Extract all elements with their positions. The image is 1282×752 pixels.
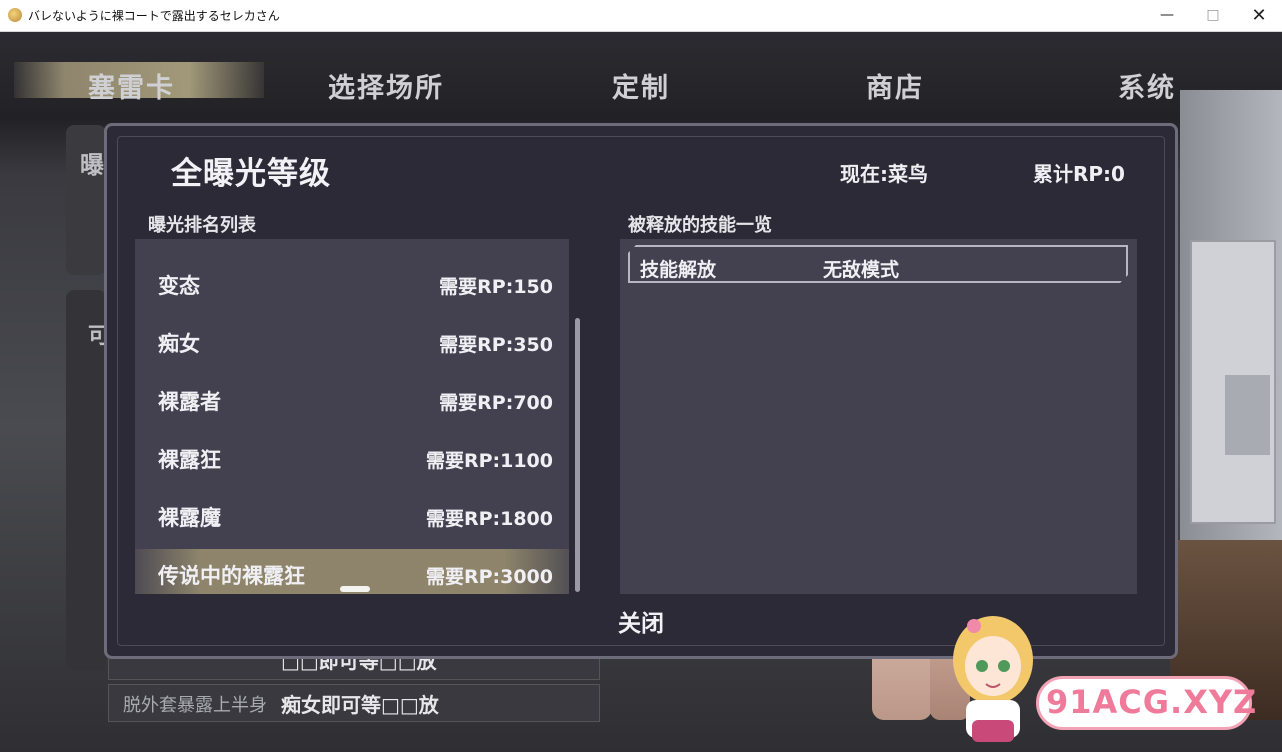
- skills-list-title: 被释放的技能一览: [628, 215, 772, 236]
- watermark-text: 91ACG.XYZ: [1046, 683, 1258, 721]
- window-title: バレないように裸コートで露出するセレカさん: [28, 9, 280, 23]
- maximize-button[interactable]: □: [1190, 0, 1236, 31]
- rank-name: 变态: [158, 274, 200, 298]
- background-panel-text: 曝: [80, 151, 104, 179]
- background-list-row: 脱外套暴露上半身 痴女即可等□□放: [108, 684, 600, 722]
- watermark-mascot-image: [953, 616, 1033, 742]
- nav-tab-customize[interactable]: 定制: [612, 66, 670, 105]
- background-row-value: 痴女即可等□□放: [281, 693, 439, 717]
- rank-row[interactable]: 裸露魔 需要RP:1800: [135, 491, 569, 539]
- selection-glow: [340, 586, 370, 592]
- dialog-title: 全曝光等级: [171, 156, 331, 192]
- rank-list[interactable]: 变态 需要RP:150 痴女 需要RP:350 裸露者 需要RP:700 裸露狂…: [135, 239, 569, 594]
- rank-row[interactable]: 裸露者 需要RP:700: [135, 375, 569, 423]
- rank-requirement: 需要RP:700: [439, 392, 553, 414]
- current-rank: 现在:菜鸟: [840, 162, 928, 186]
- rank-row[interactable]: 变态 需要RP:150: [135, 259, 569, 307]
- rank-row[interactable]: 痴女 需要RP:350: [135, 317, 569, 365]
- rank-name: 痴女: [158, 332, 200, 356]
- background-door-panel: [1225, 375, 1270, 455]
- rank-name: 裸露者: [158, 390, 221, 414]
- nav-tab-select-location[interactable]: 选择场所: [328, 66, 444, 105]
- rank-name: 传说中的裸露狂: [158, 564, 305, 588]
- nav-tab-serika[interactable]: 塞雷卡: [88, 66, 175, 105]
- rank-requirement: 需要RP:350: [439, 334, 553, 356]
- skill-effect: 无敌模式: [823, 259, 900, 281]
- skill-name: 技能解放: [640, 259, 717, 281]
- nav-tab-system[interactable]: 系统: [1118, 66, 1176, 105]
- skills-list: [620, 239, 1137, 594]
- total-rp: 累计RP:0: [1033, 162, 1125, 186]
- close-window-button[interactable]: ✕: [1236, 0, 1282, 31]
- rank-requirement: 需要RP:1800: [425, 508, 553, 530]
- close-button[interactable]: 关闭: [594, 605, 688, 643]
- rank-list-scrollbar[interactable]: [575, 318, 580, 592]
- background-row-label: 脱外套暴露上半身: [123, 695, 267, 716]
- rank-name: 裸露狂: [158, 448, 221, 472]
- minimize-button[interactable]: —: [1144, 0, 1190, 31]
- window-titlebar: バレないように裸コートで露出するセレカさん — □ ✕: [0, 0, 1282, 32]
- rank-row[interactable]: 裸露狂 需要RP:1100: [135, 433, 569, 481]
- nav-tab-shop[interactable]: 商店: [866, 66, 924, 105]
- app-icon: [8, 8, 22, 22]
- rank-requirement: 需要RP:1100: [425, 450, 553, 472]
- rank-requirement: 需要RP:150: [439, 276, 553, 298]
- rank-list-title: 曝光排名列表: [148, 215, 256, 236]
- rank-name: 裸露魔: [158, 506, 221, 530]
- rank-requirement: 需要RP:3000: [425, 566, 553, 588]
